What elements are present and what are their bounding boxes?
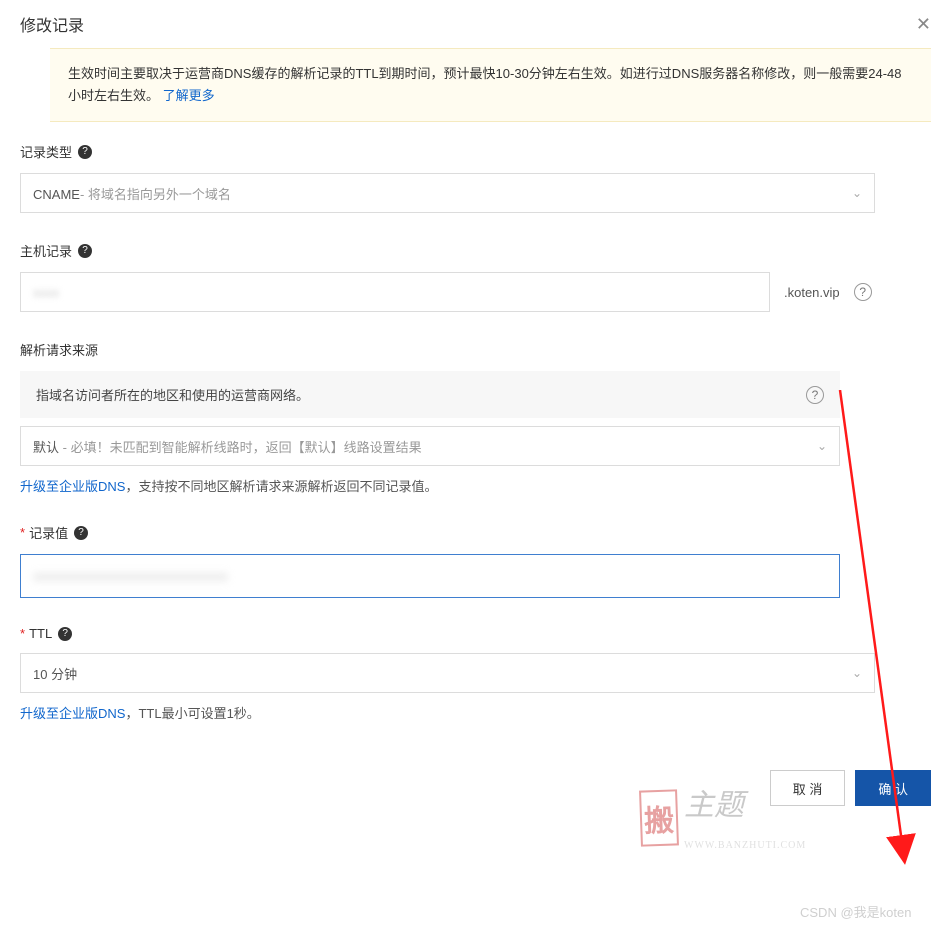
required-mark: *: [20, 626, 25, 641]
notice-banner: 生效时间主要取决于运营商DNS缓存的解析记录的TTL到期时间，预计最快10-30…: [50, 48, 931, 122]
source-label: 解析请求来源: [20, 340, 98, 359]
help-icon[interactable]: ?: [58, 627, 72, 641]
ttl-select[interactable]: 10 分钟 ⌄: [20, 653, 875, 693]
csdn-watermark: CSDN @我是koten: [800, 902, 911, 921]
dialog-title: 修改记录: [20, 12, 84, 36]
source-info: 指域名访问者所在的地区和使用的运营商网络。: [36, 385, 309, 404]
host-input[interactable]: xxxx: [20, 272, 770, 312]
help-circle-icon[interactable]: ?: [854, 283, 872, 301]
learn-more-link[interactable]: 了解更多: [163, 88, 215, 103]
help-icon[interactable]: ?: [74, 526, 88, 540]
ttl-hint: ，TTL最小可设置1秒。: [125, 706, 259, 721]
record-value-label: 记录值: [29, 523, 68, 542]
record-type-desc: - 将域名指向另外一个域名: [80, 187, 231, 202]
help-icon[interactable]: ?: [78, 145, 92, 159]
source-hint: ，支持按不同地区解析请求来源解析返回不同记录值。: [125, 479, 437, 494]
host-label: 主机记录: [20, 241, 72, 260]
upgrade-dns-link-ttl[interactable]: 升级至企业版DNS: [20, 706, 125, 721]
record-type-label: 记录类型: [20, 142, 72, 161]
chevron-down-icon: ⌄: [852, 666, 862, 680]
upgrade-dns-link[interactable]: 升级至企业版DNS: [20, 479, 125, 494]
cancel-button[interactable]: 取 消: [770, 770, 846, 806]
ttl-value: 10 分钟: [33, 664, 77, 683]
chevron-down-icon: ⌄: [852, 186, 862, 200]
ttl-label: TTL: [29, 626, 52, 641]
help-circle-icon[interactable]: ?: [806, 386, 824, 404]
source-select[interactable]: 默认 - 必填！未匹配到智能解析线路时，返回【默认】线路设置结果 ⌄: [20, 426, 840, 466]
chevron-down-icon: ⌄: [817, 439, 827, 453]
record-value-redacted: xxxxxxxxxxxxxxxxxxxxxxxxxx: [33, 568, 228, 585]
record-type-value: CNAME: [33, 187, 80, 202]
record-type-select[interactable]: CNAME- 将域名指向另外一个域名 ⌄: [20, 173, 875, 213]
record-value-input[interactable]: xxxxxxxxxxxxxxxxxxxxxxxxxx: [20, 554, 840, 598]
help-icon[interactable]: ?: [78, 244, 92, 258]
host-suffix: .koten.vip: [784, 285, 840, 300]
close-icon[interactable]: ✕: [916, 15, 931, 33]
host-value-redacted: xxxx: [33, 285, 59, 300]
source-value: 默认: [33, 440, 59, 455]
confirm-button[interactable]: 确 认: [855, 770, 931, 806]
source-desc: - 必填！未匹配到智能解析线路时，返回【默认】线路设置结果: [59, 440, 422, 455]
required-mark: *: [20, 525, 25, 540]
